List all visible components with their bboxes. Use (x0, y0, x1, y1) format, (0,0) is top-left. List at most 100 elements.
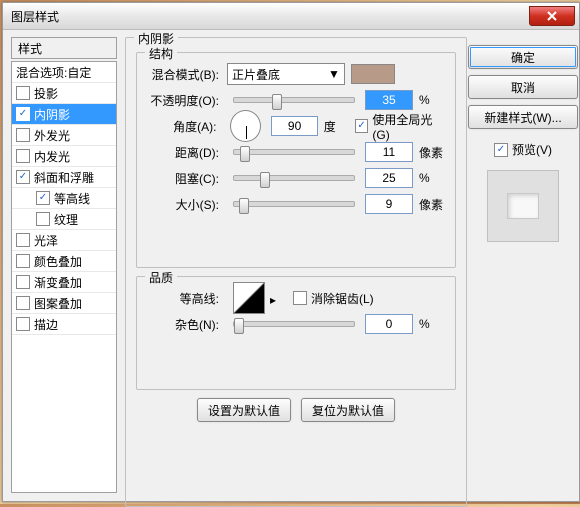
make-default-button[interactable]: 设置为默认值 (197, 398, 291, 422)
styles-list: 混合选项:自定 投影 ✓ 内阴影 外发光 内发光 (11, 61, 117, 493)
reset-default-button[interactable]: 复位为默认值 (301, 398, 395, 422)
settings-panel: 内阴影 结构 混合模式(B): 正片叠底 ▼ 不透明度(O): (123, 37, 469, 493)
global-light-checkbox[interactable]: ✓ (355, 119, 369, 133)
dialog-body: 样式 混合选项:自定 投影 ✓ 内阴影 外发光 (3, 31, 579, 501)
angle-row: 角度(A): 90 度 ✓ 使用全局光(G) (145, 113, 447, 139)
style-item-inner-glow[interactable]: 内发光 (12, 146, 116, 167)
style-label: 光泽 (34, 232, 58, 249)
noise-unit: % (417, 317, 447, 331)
size-row: 大小(S): 9 像素 (145, 191, 447, 217)
opacity-input[interactable]: 35 (365, 90, 413, 110)
distance-unit: 像素 (417, 144, 447, 161)
checkbox-icon[interactable] (16, 296, 30, 310)
noise-input[interactable]: 0 (365, 314, 413, 334)
checkbox-icon[interactable] (16, 317, 30, 331)
style-item-contour[interactable]: ✓ 等高线 (12, 188, 116, 209)
checkbox-icon[interactable] (16, 86, 30, 100)
antialias-label: 消除锯齿(L) (311, 290, 374, 307)
checkbox-icon[interactable] (36, 212, 50, 226)
checkbox-icon[interactable] (16, 275, 30, 289)
style-item-stroke[interactable]: 描边 (12, 314, 116, 335)
checkbox-checked-icon[interactable]: ✓ (36, 191, 50, 205)
layer-style-dialog: 图层样式 样式 混合选项:自定 投影 ✓ 内阴影 (2, 2, 580, 502)
close-button[interactable] (529, 6, 575, 26)
contour-row: 等高线: ▸ 消除锯齿(L) (145, 285, 447, 311)
angle-dial[interactable] (230, 110, 261, 142)
choke-label: 阻塞(C): (145, 170, 223, 187)
angle-input[interactable]: 90 (271, 116, 317, 136)
blend-mode-label: 混合模式(B): (145, 66, 223, 83)
style-item-color-overlay[interactable]: 颜色叠加 (12, 251, 116, 272)
style-label: 颜色叠加 (34, 253, 82, 270)
angle-label: 角度(A): (145, 118, 220, 135)
blend-mode-value: 正片叠底 (232, 66, 280, 83)
titlebar: 图层样式 (3, 3, 579, 30)
checkbox-icon[interactable] (16, 128, 30, 142)
opacity-row: 不透明度(O): 35 % (145, 87, 447, 113)
opacity-slider[interactable] (233, 97, 355, 103)
blend-options-label: 混合选项:自定 (16, 64, 91, 81)
style-label: 内阴影 (34, 106, 70, 123)
default-buttons: 设置为默认值 复位为默认值 (134, 398, 458, 422)
style-label: 斜面和浮雕 (34, 169, 94, 186)
preview-inner (507, 193, 539, 219)
opacity-unit: % (417, 93, 447, 107)
antialias-checkbox[interactable] (293, 291, 307, 305)
preview-label: 预览(V) (512, 141, 552, 158)
checkbox-icon[interactable] (16, 254, 30, 268)
checkbox-icon[interactable] (16, 149, 30, 163)
window-title: 图层样式 (11, 8, 529, 25)
size-unit: 像素 (417, 196, 447, 213)
choke-slider[interactable] (233, 175, 355, 181)
style-label: 描边 (34, 316, 58, 333)
noise-label: 杂色(N): (145, 316, 223, 333)
blend-mode-row: 混合模式(B): 正片叠底 ▼ (145, 61, 447, 87)
style-item-texture[interactable]: 纹理 (12, 209, 116, 230)
distance-input[interactable]: 11 (365, 142, 413, 162)
styles-header[interactable]: 样式 (11, 37, 117, 59)
preview-checkbox[interactable]: ✓ (494, 143, 508, 157)
distance-label: 距离(D): (145, 144, 223, 161)
styles-panel: 样式 混合选项:自定 投影 ✓ 内阴影 外发光 (11, 37, 117, 493)
ok-button[interactable]: 确定 (468, 45, 578, 69)
size-label: 大小(S): (145, 196, 223, 213)
noise-slider[interactable] (233, 321, 355, 327)
blend-options-row[interactable]: 混合选项:自定 (12, 62, 116, 83)
style-item-satin[interactable]: 光泽 (12, 230, 116, 251)
checkbox-checked-icon[interactable]: ✓ (16, 170, 30, 184)
preview-swatch (487, 170, 559, 242)
choke-input[interactable]: 25 (365, 168, 413, 188)
style-item-drop-shadow[interactable]: 投影 (12, 83, 116, 104)
quality-group: 品质 等高线: ▸ 消除锯齿(L) 杂色(N): 0 % (136, 276, 456, 390)
style-item-gradient-overlay[interactable]: 渐变叠加 (12, 272, 116, 293)
size-slider[interactable] (233, 201, 355, 207)
chevron-down-icon: ▸ (270, 293, 276, 307)
inner-shadow-group: 内阴影 结构 混合模式(B): 正片叠底 ▼ 不透明度(O): (125, 37, 467, 507)
style-label: 渐变叠加 (34, 274, 82, 291)
angle-unit: 度 (322, 118, 351, 135)
style-label: 外发光 (34, 127, 70, 144)
style-item-bevel-emboss[interactable]: ✓ 斜面和浮雕 (12, 167, 116, 188)
style-label: 等高线 (54, 190, 90, 207)
choke-row: 阻塞(C): 25 % (145, 165, 447, 191)
opacity-label: 不透明度(O): (145, 92, 223, 109)
style-item-inner-shadow[interactable]: ✓ 内阴影 (12, 104, 116, 125)
structure-group: 结构 混合模式(B): 正片叠底 ▼ 不透明度(O): 35 % (136, 52, 456, 268)
checkbox-icon[interactable] (16, 233, 30, 247)
checkbox-checked-icon[interactable]: ✓ (16, 107, 30, 121)
contour-picker[interactable]: ▸ (233, 282, 265, 314)
new-style-button[interactable]: 新建样式(W)... (468, 105, 578, 129)
close-icon (547, 11, 557, 21)
color-swatch[interactable] (351, 64, 395, 84)
global-light-label: 使用全局光(G) (372, 111, 447, 142)
cancel-button[interactable]: 取消 (468, 75, 578, 99)
distance-slider[interactable] (233, 149, 355, 155)
style-item-outer-glow[interactable]: 外发光 (12, 125, 116, 146)
distance-row: 距离(D): 11 像素 (145, 139, 447, 165)
style-item-pattern-overlay[interactable]: 图案叠加 (12, 293, 116, 314)
size-input[interactable]: 9 (365, 194, 413, 214)
style-label: 图案叠加 (34, 295, 82, 312)
noise-row: 杂色(N): 0 % (145, 311, 447, 337)
contour-label: 等高线: (145, 290, 223, 307)
blend-mode-dropdown[interactable]: 正片叠底 ▼ (227, 63, 345, 85)
